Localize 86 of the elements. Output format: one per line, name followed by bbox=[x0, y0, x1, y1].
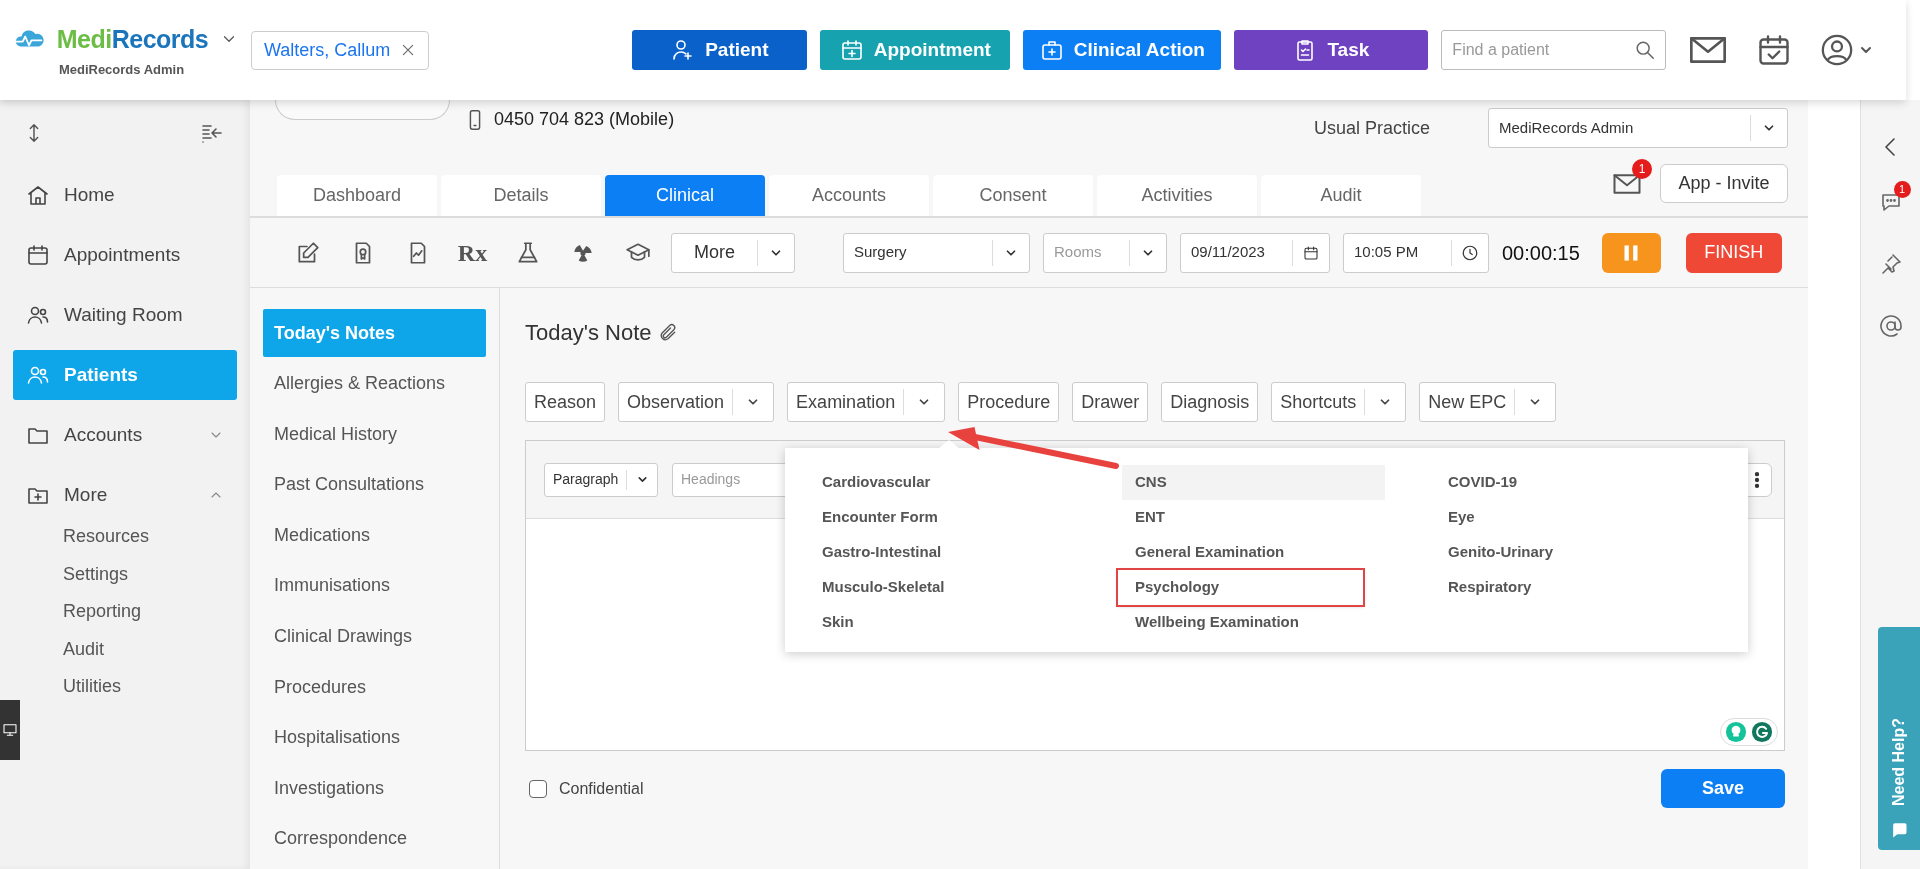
split-dropdown-button[interactable]: Observation bbox=[618, 382, 775, 422]
note-section-button[interactable]: Drawer bbox=[1072, 382, 1149, 422]
timer-text: 00:00:15 bbox=[1502, 240, 1580, 266]
tab[interactable]: Consent bbox=[933, 175, 1093, 216]
field-label: Usual Practice bbox=[1313, 116, 1430, 140]
practice-name: MediRecords Admin bbox=[58, 61, 185, 79]
notes-nav-item[interactable]: Clinical Drawings bbox=[263, 612, 486, 661]
calendar-plus-icon bbox=[839, 38, 864, 62]
phone-number: 0450 704 823 (Mobile) bbox=[494, 108, 675, 131]
menu-item[interactable]: Genito-Urinary bbox=[1448, 535, 1553, 570]
tab[interactable]: Clinical bbox=[605, 175, 765, 216]
more-dropdown[interactable]: More bbox=[671, 232, 795, 273]
tab[interactable]: Dashboard bbox=[277, 175, 437, 216]
action-button[interactable]: Clinical Action bbox=[1023, 30, 1222, 70]
sidebar-subitem[interactable]: Audit bbox=[13, 630, 237, 668]
note-section-button[interactable]: Reason bbox=[525, 382, 606, 422]
menu-item[interactable]: Wellbeing Examination bbox=[1135, 605, 1299, 640]
search-icon[interactable] bbox=[1634, 39, 1657, 61]
sidebar-item[interactable]: More bbox=[13, 470, 237, 520]
notes-nav-item[interactable]: Correspondence bbox=[263, 814, 486, 863]
monitor-icon bbox=[2, 722, 18, 738]
search-field[interactable]: Find a patient bbox=[1441, 30, 1667, 70]
menu-item[interactable]: Psychology bbox=[1118, 570, 1363, 605]
menu-item[interactable]: Skin bbox=[822, 605, 854, 640]
menu-item[interactable]: Encounter Form bbox=[822, 500, 938, 535]
clock-icon bbox=[1461, 243, 1479, 262]
sidebar-item[interactable]: Home bbox=[13, 170, 237, 220]
split-dropdown-button[interactable]: Shortcuts bbox=[1271, 382, 1407, 422]
house-icon bbox=[26, 183, 50, 207]
note-section-button[interactable]: Diagnosis bbox=[1161, 382, 1259, 422]
sidebar-subitem[interactable]: Reporting bbox=[13, 593, 237, 631]
sidebar-subitem[interactable]: Resources bbox=[13, 518, 237, 556]
tab[interactable]: Accounts bbox=[769, 175, 929, 216]
sidebar-subitem[interactable]: Utilities bbox=[13, 668, 237, 706]
notes-nav-item[interactable]: Immunisations bbox=[263, 561, 486, 610]
app-invite-button[interactable]: App - Invite bbox=[1660, 164, 1788, 203]
menu-item[interactable]: General Examination bbox=[1135, 535, 1285, 570]
menu-item[interactable]: Gastro-Intestinal bbox=[822, 535, 942, 570]
notes-nav-item[interactable]: Past Consultations bbox=[263, 460, 486, 509]
finish-button[interactable]: FINISH bbox=[1685, 232, 1782, 273]
tab[interactable]: Activities bbox=[1097, 175, 1257, 216]
checkbox-label: Confidential bbox=[559, 778, 644, 799]
notes-nav-item[interactable]: Medical History bbox=[263, 410, 486, 459]
sidebar-subitem[interactable]: Settings bbox=[13, 555, 237, 593]
tab[interactable]: Details bbox=[441, 175, 601, 216]
menu-item[interactable]: CNS bbox=[1122, 465, 1385, 500]
medical-kit-icon bbox=[1039, 38, 1064, 62]
count-badge: 1 bbox=[1632, 158, 1652, 179]
menu-item[interactable]: Musculo-Skeletal bbox=[822, 570, 945, 605]
date-field[interactable]: 09/11/2023 bbox=[1180, 232, 1330, 273]
split-dropdown-button[interactable]: New EPC bbox=[1419, 382, 1557, 422]
calendar-icon bbox=[1303, 244, 1319, 261]
calendar-icon bbox=[26, 243, 50, 267]
notes-nav-item[interactable]: Allergies & Reactions bbox=[263, 359, 486, 408]
screen-tab-button[interactable] bbox=[0, 700, 20, 760]
note-title: Today's Note bbox=[525, 319, 652, 347]
time-field[interactable]: 10:05 PM bbox=[1343, 232, 1489, 273]
at-sign-icon[interactable] bbox=[1878, 313, 1903, 338]
notes-nav-item[interactable]: Procedures bbox=[263, 663, 486, 712]
location-select[interactable]: Surgery bbox=[843, 232, 1030, 273]
count-badge: 1 bbox=[1893, 181, 1911, 198]
menu-item[interactable]: COVID-19 bbox=[1448, 465, 1518, 500]
save-button[interactable]: Save bbox=[1661, 769, 1785, 808]
menu-item[interactable]: ENT bbox=[1135, 500, 1165, 535]
notes-nav-item[interactable]: Hospitalisations bbox=[263, 713, 486, 762]
practice-select[interactable]: MediRecords Admin bbox=[1488, 108, 1788, 148]
menu-item[interactable]: Eye bbox=[1448, 500, 1475, 535]
sidebar-item[interactable]: Accounts bbox=[13, 410, 237, 460]
user-icon[interactable] bbox=[1820, 33, 1855, 67]
tab[interactable]: Audit bbox=[1261, 175, 1421, 216]
brand-name: MediRecords bbox=[56, 23, 209, 55]
patient-chip[interactable]: Walters, Callum bbox=[251, 30, 430, 70]
sidebar-item[interactable]: Waiting Room bbox=[13, 290, 237, 340]
note-section-button[interactable]: Procedure bbox=[958, 382, 1060, 422]
menu-item[interactable]: Respiratory bbox=[1448, 570, 1532, 605]
action-button[interactable]: Patient bbox=[632, 30, 808, 70]
paragraph-select[interactable]: Paragraph bbox=[544, 462, 658, 497]
notes-nav-item[interactable]: Investigations bbox=[263, 764, 486, 813]
notes-nav-item[interactable]: Medications bbox=[263, 511, 486, 560]
prescription-button[interactable]: Rx bbox=[445, 233, 500, 272]
action-button[interactable]: Task bbox=[1234, 30, 1429, 70]
menu-item[interactable]: Cardiovascular bbox=[822, 465, 931, 500]
sidebar-item[interactable]: Appointments bbox=[13, 230, 237, 280]
confidential-checkbox[interactable] bbox=[529, 779, 547, 798]
paperclip-icon[interactable] bbox=[657, 322, 678, 343]
split-dropdown-button[interactable]: Examination bbox=[787, 382, 946, 422]
